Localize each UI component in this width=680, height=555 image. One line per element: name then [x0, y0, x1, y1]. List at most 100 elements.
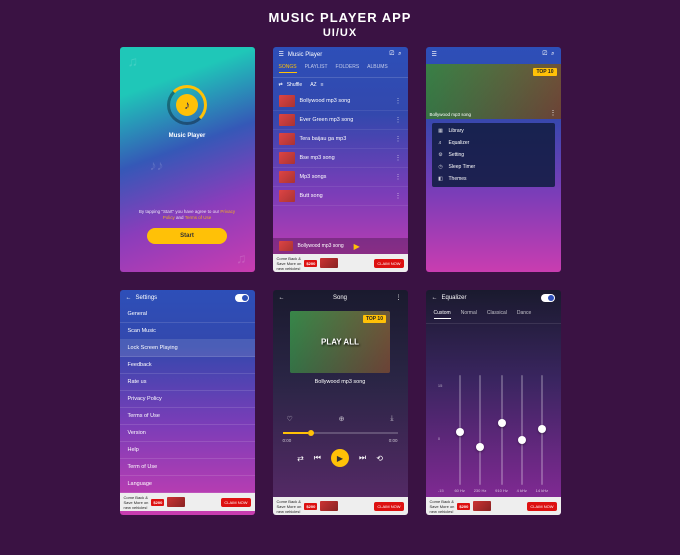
- master-toggle[interactable]: [235, 294, 249, 302]
- favorite-icon[interactable]: ♡: [287, 415, 293, 423]
- mini-thumb: [279, 241, 293, 251]
- more-icon[interactable]: ⋮: [395, 173, 402, 181]
- ad-cta[interactable]: CLAIM NOW: [374, 259, 403, 268]
- back-icon[interactable]: ←: [126, 295, 132, 301]
- more-icon[interactable]: ⋮: [395, 192, 402, 200]
- preset-classical[interactable]: Classical: [487, 310, 507, 319]
- preset-custom[interactable]: Custom: [434, 310, 451, 319]
- music-note-icon: ♫: [128, 53, 139, 69]
- menu-icon[interactable]: ☰: [432, 51, 437, 58]
- eq-slider-1[interactable]: [479, 375, 481, 485]
- mini-title: Bollywood mp3 song: [298, 243, 344, 249]
- song-row[interactable]: Bse mp3 song⋮: [273, 149, 408, 168]
- menu-icon[interactable]: ☰: [279, 51, 284, 58]
- settings-row-terms[interactable]: Terms of Use: [120, 408, 255, 425]
- music-note-icon: ♪♪: [150, 157, 164, 173]
- play-button[interactable]: ▶: [331, 449, 349, 467]
- ad-banner[interactable]: Come Back &Save More onnew vehicles! $20…: [273, 254, 408, 272]
- search-icon[interactable]: ⌕: [551, 51, 554, 58]
- repeat-icon[interactable]: ⟲: [376, 454, 383, 463]
- cast-icon[interactable]: ⎚: [389, 51, 394, 58]
- song-list: Bollywood mp3 song⋮ Ever Green mp3 song⋮…: [273, 92, 408, 238]
- preset-normal[interactable]: Normal: [461, 310, 477, 319]
- song-thumb: [279, 95, 295, 107]
- eq-title: Equalizer: [442, 295, 467, 301]
- ad-car-image: [320, 258, 338, 268]
- tab-folders[interactable]: FOLDERS: [336, 64, 360, 73]
- screen-now-playing: ← Song ⋮ TOP 10 PLAY ALL Bollywood mp3 s…: [273, 290, 408, 515]
- settings-row-privacy[interactable]: Privacy Policy: [120, 391, 255, 408]
- more-icon[interactable]: ⋮: [396, 294, 402, 301]
- menu-item-setting[interactable]: ⚙Setting: [432, 149, 555, 161]
- settings-row-rate[interactable]: Rate us: [120, 374, 255, 391]
- next-icon[interactable]: ⏭: [359, 453, 366, 463]
- song-row[interactable]: Bollywood mp3 song⋮: [273, 92, 408, 111]
- song-thumb: [279, 171, 295, 183]
- more-icon[interactable]: ⋮: [395, 97, 402, 105]
- player-title: Song: [333, 295, 347, 301]
- start-button[interactable]: Start: [147, 228, 227, 244]
- settings-row-feedback[interactable]: Feedback: [120, 357, 255, 374]
- prev-icon[interactable]: ⏮: [314, 453, 321, 463]
- menu-item-equalizer[interactable]: ♬Equalizer: [432, 137, 555, 149]
- time-current: 0:00: [283, 438, 292, 443]
- back-icon[interactable]: ←: [279, 295, 285, 301]
- hero-image: TOP 10 Bollywood mp3 song ⋮: [426, 64, 561, 119]
- note-icon: ♪: [184, 98, 190, 112]
- song-row[interactable]: Butt song⋮: [273, 187, 408, 206]
- cast-icon[interactable]: ⎚: [542, 51, 547, 58]
- eq-slider-3[interactable]: [521, 375, 523, 485]
- clock-icon: ◷: [438, 164, 444, 170]
- eq-slider-4[interactable]: [541, 375, 543, 485]
- eq-slider-0[interactable]: [459, 375, 461, 485]
- menu-item-themes[interactable]: ◧Themes: [432, 173, 555, 185]
- download-icon[interactable]: ⤓: [390, 415, 393, 423]
- menu-item-library[interactable]: ▦Library: [432, 125, 555, 137]
- app-logo: ♪: [167, 85, 207, 125]
- shuffle-icon[interactable]: ⇄: [279, 82, 283, 88]
- ad-car-image: [167, 497, 185, 507]
- more-icon[interactable]: ⋮: [395, 154, 402, 162]
- settings-row-lockscreen[interactable]: Lock Screen Playing: [120, 340, 255, 357]
- shuffle-label[interactable]: Shuffle: [287, 82, 302, 88]
- more-icon[interactable]: ⋮: [395, 135, 402, 143]
- settings-row-scan[interactable]: Scan Music: [120, 323, 255, 340]
- ad-cta[interactable]: CLAIM NOW: [221, 498, 250, 507]
- settings-row-version[interactable]: Version: [120, 425, 255, 442]
- song-row[interactable]: Mp3 songs⋮: [273, 168, 408, 187]
- ad-banner[interactable]: Come Back &Save More onnew vehicles! $20…: [120, 493, 255, 511]
- eq-slider-2[interactable]: [501, 375, 503, 485]
- tab-albums[interactable]: ALBUMS: [367, 64, 388, 73]
- more-icon[interactable]: ⋮: [395, 116, 402, 124]
- song-row[interactable]: Tera baijau ga mp3⋮: [273, 130, 408, 149]
- search-icon[interactable]: ⌕: [398, 51, 401, 58]
- settings-row-general[interactable]: General: [120, 306, 255, 323]
- ad-cta[interactable]: CLAIM NOW: [527, 502, 556, 511]
- ad-cta[interactable]: CLAIM NOW: [374, 502, 403, 511]
- more-icon[interactable]: ⋮: [550, 109, 557, 117]
- ad-badge: $200: [457, 503, 470, 510]
- sort-button[interactable]: AZ: [310, 82, 316, 88]
- song-row[interactable]: Ever Green mp3 song⋮: [273, 111, 408, 130]
- menu-item-sleep[interactable]: ◷Sleep Timer: [432, 161, 555, 173]
- play-icon[interactable]: ▶: [354, 242, 360, 251]
- eq-scale: 15 0 -15: [438, 383, 446, 493]
- filter-icon[interactable]: ≡: [321, 82, 324, 88]
- shuffle-icon[interactable]: ⇄: [297, 454, 304, 463]
- settings-row-term2[interactable]: Term of Use: [120, 459, 255, 476]
- terms-link[interactable]: Terms of Use: [185, 215, 212, 220]
- tab-playlist[interactable]: PLAYLIST: [305, 64, 328, 73]
- add-icon[interactable]: ⊕: [339, 415, 345, 423]
- music-note-icon: ♫: [236, 250, 247, 266]
- settings-row-language[interactable]: Language: [120, 476, 255, 493]
- mini-player[interactable]: Bollywood mp3 song ▶: [273, 238, 408, 254]
- settings-row-help[interactable]: Help: [120, 442, 255, 459]
- back-icon[interactable]: ←: [432, 295, 438, 301]
- eq-toggle[interactable]: [541, 294, 555, 302]
- theme-icon: ◧: [438, 176, 444, 182]
- ad-banner[interactable]: Come Back &Save More onnew vehicles! $20…: [273, 497, 408, 515]
- tab-songs[interactable]: SONGS: [279, 64, 297, 73]
- progress-bar[interactable]: [283, 432, 398, 434]
- preset-dance[interactable]: Dance: [517, 310, 531, 319]
- ad-banner[interactable]: Come Back &Save More onnew vehicles! $20…: [426, 497, 561, 515]
